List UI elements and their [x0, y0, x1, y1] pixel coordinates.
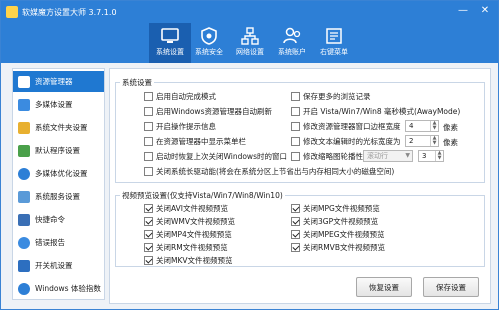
checkbox-border-width[interactable]: 修改资源管理器窗口边框宽度: [291, 121, 401, 132]
checkbox-box[interactable]: [291, 152, 300, 161]
sidebar: 资源管理器 多媒体设置 系统文件夹设置 默认程序设置 多媒体优化设置 系统服务设…: [12, 68, 105, 300]
checkbox-box[interactable]: [144, 152, 153, 161]
sidebar-item-error-report[interactable]: 错误报告: [13, 232, 104, 253]
checkbox-box[interactable]: [144, 122, 153, 131]
title-bar: 软媒魔方设置大师 3.7.1.0 — ✕: [1, 1, 498, 23]
checkbox-hibernate[interactable]: 关闭系统长驱动能(将会在系统分区上节省出与内存相同大小的磁盘空间): [144, 166, 394, 177]
window-title: 软媒魔方设置大师 3.7.1.0: [22, 7, 117, 17]
network-icon: [241, 27, 259, 45]
checkbox-rm[interactable]: 关闭RM文件视频预览: [144, 242, 228, 253]
close-button[interactable]: ✕: [474, 1, 496, 19]
sidebar-item-default-programs[interactable]: 默认程序设置: [13, 140, 104, 161]
sidebar-item-explorer[interactable]: 资源管理器: [13, 71, 104, 92]
sidebar-item-media[interactable]: 多媒体设置: [13, 94, 104, 115]
tab-system-security[interactable]: 系统安全: [188, 23, 230, 63]
checkbox-box[interactable]: [144, 230, 153, 239]
stepper-arrows-icon[interactable]: ▲ ▼: [435, 151, 443, 161]
checkbox-rmvb[interactable]: 关闭RMVB文件视频预览: [291, 242, 385, 253]
chevron-down-icon: ▼: [405, 152, 410, 159]
folder-icon: [18, 121, 30, 134]
checkbox-box[interactable]: [291, 122, 300, 131]
media-icon: [18, 98, 30, 111]
restore-settings-button[interactable]: 恢复设置: [356, 277, 412, 297]
checkbox-cursor-width[interactable]: 修改文本编辑时的光标宽度为: [291, 136, 401, 147]
cursor-width-stepper[interactable]: 2 ▲ ▼: [405, 135, 439, 147]
checkbox-box[interactable]: [291, 217, 300, 226]
tab-system-account[interactable]: 系统账户: [271, 23, 313, 63]
app-logo-icon: [6, 6, 18, 18]
checkbox-box[interactable]: [144, 243, 153, 252]
checkbox-menu-bar[interactable]: 在资源管理器中显示菜单栏: [144, 136, 246, 147]
power-icon: [18, 259, 30, 272]
checkbox-box[interactable]: [291, 107, 300, 116]
sidebar-item-power[interactable]: 开关机设置: [13, 255, 104, 276]
checkbox-box[interactable]: [144, 256, 153, 265]
sidebar-item-system-folders[interactable]: 系统文件夹设置: [13, 117, 104, 138]
checkbox-box[interactable]: [144, 137, 153, 146]
command-icon: [18, 213, 30, 226]
checkbox-mpg[interactable]: 关闭MPG文件视频预览: [291, 203, 380, 214]
windows-score-icon: [18, 282, 30, 295]
border-width-unit: 像素: [443, 123, 458, 132]
checkbox-autocomplete[interactable]: 启用自动完成模式: [144, 91, 216, 102]
sidebar-item-services[interactable]: 系统服务设置: [13, 186, 104, 207]
checkbox-wmv[interactable]: 关闭WMV文件视频预览: [144, 216, 235, 227]
system-settings-group: 系统设置 启用自动完成模式 保存更多的浏览记录 启用Windows资源管理器自动…: [115, 77, 485, 183]
checkbox-restore-windows[interactable]: 启动时恢复上次关闭Windows时的窗口: [144, 151, 287, 162]
top-toolbar: 系统设置 系统安全 网络设置 系统账户 右键菜单: [1, 23, 498, 63]
checkbox-3gp[interactable]: 关闭3GP文件视频预览: [291, 216, 378, 227]
system-settings-icon: [161, 28, 179, 43]
thumbnail-stepper[interactable]: 3 ▲ ▼: [418, 150, 444, 162]
checkbox-box[interactable]: [291, 92, 300, 101]
tab-context-menu[interactable]: 右键菜单: [313, 23, 355, 63]
checkbox-box[interactable]: [291, 230, 300, 239]
video-preview-group: 视频预览设置(仅支持Vista/Win7/Win8/Win10) 关闭AVI文件…: [115, 190, 485, 267]
checkbox-box[interactable]: [291, 243, 300, 252]
checkbox-mp4[interactable]: 关闭MP4文件视频预览: [144, 229, 232, 240]
checkbox-tooltips[interactable]: 开启操作提示信息: [144, 121, 216, 132]
group-title: 系统设置: [120, 77, 154, 88]
shield-icon: [201, 27, 217, 45]
minimize-button[interactable]: —: [452, 1, 474, 19]
default-programs-icon: [18, 144, 30, 157]
checkbox-thumbnail[interactable]: 修改缩略图轮播性: [291, 151, 363, 162]
checkbox-mkv[interactable]: 关闭MKV文件视频预览: [144, 255, 233, 266]
sidebar-item-media-optimize[interactable]: 多媒体优化设置: [13, 163, 104, 184]
context-menu-icon: [326, 28, 342, 44]
checkbox-box[interactable]: [291, 204, 300, 213]
checkbox-box[interactable]: [144, 92, 153, 101]
app-window: 软媒魔方设置大师 3.7.1.0 — ✕ 系统设置 系统安全 网络设置 系统账户…: [0, 0, 499, 310]
save-settings-button[interactable]: 保存设置: [423, 277, 479, 297]
checkbox-awaymode[interactable]: 开启 Vista/Win7/Win8 毫秒模式(AwayMode): [291, 106, 460, 117]
main-panel: 系统设置 启用自动完成模式 保存更多的浏览记录 启用Windows资源管理器自动…: [109, 68, 491, 304]
sidebar-item-quick-command[interactable]: 快捷命令: [13, 209, 104, 230]
border-width-stepper[interactable]: 4 ▲ ▼: [405, 120, 439, 132]
services-icon: [18, 190, 30, 203]
tab-system-settings[interactable]: 系统设置: [149, 23, 191, 63]
stepper-arrows-icon[interactable]: ▲ ▼: [430, 136, 438, 146]
cursor-width-unit: 像素: [443, 138, 458, 147]
checkbox-box[interactable]: [291, 137, 300, 146]
checkbox-explorer-refresh[interactable]: 启用Windows资源管理器自动刷新: [144, 106, 272, 117]
optimize-icon: [18, 167, 30, 180]
explorer-icon: [18, 75, 30, 88]
checkbox-box[interactable]: [144, 167, 153, 176]
thumbnail-select[interactable]: 滚动行 ▼: [363, 150, 413, 162]
tab-network-settings[interactable]: 网络设置: [229, 23, 271, 63]
error-report-icon: [18, 236, 30, 249]
checkbox-avi[interactable]: 关闭AVI文件视频预览: [144, 203, 228, 214]
checkbox-box[interactable]: [144, 107, 153, 116]
checkbox-box[interactable]: [144, 204, 153, 213]
group-title: 视频预览设置(仅支持Vista/Win7/Win8/Win10): [120, 190, 285, 201]
checkbox-save-history[interactable]: 保存更多的浏览记录: [291, 91, 371, 102]
stepper-arrows-icon[interactable]: ▲ ▼: [430, 121, 438, 131]
user-account-icon: [283, 27, 301, 44]
checkbox-mpeg[interactable]: 关闭MPEG文件视频预览: [291, 229, 385, 240]
sidebar-item-windows-score[interactable]: Windows 体验指数: [13, 278, 104, 299]
checkbox-box[interactable]: [144, 217, 153, 226]
